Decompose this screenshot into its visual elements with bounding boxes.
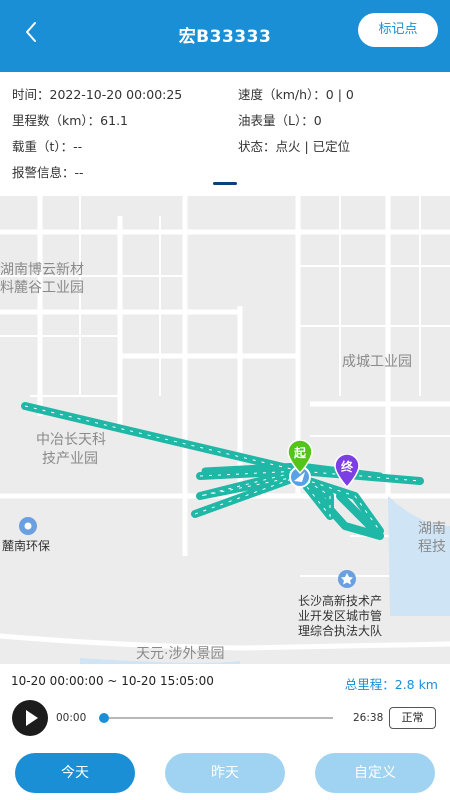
map-label-poi5b: 业开发区城市管 [298,609,383,623]
end-marker-label: 终 [340,460,353,474]
map-label-poi1: 湖南博云新材 [0,262,84,278]
app-header: 宏B33333 标记点 [0,0,450,72]
custom-button[interactable]: 自定义 [315,753,435,793]
playback-panel: 10-20 00:00:00 ~ 10-20 15:05:00 总里程：2.8 … [0,664,450,800]
play-button[interactable] [12,700,48,736]
poi-star-icon [338,570,356,588]
time-field: 时间：2022-10-20 00:00:25 [12,87,183,102]
load-field: 载重（t）：-- [12,139,83,154]
progress-track[interactable] [104,717,333,719]
yesterday-button[interactable]: 昨天 [165,753,285,793]
playback-speed-button[interactable]: 正常 [389,707,436,729]
map-label-poi5c: 理综合执法大队 [298,624,383,638]
speed-field: 速度（km/h）：0 | 0 [238,87,354,102]
mark-point-button[interactable]: 标记点 [358,13,438,47]
time-end: 26:38 [353,712,384,724]
total-mileage-label: 总里程： [344,677,395,692]
time-start: 00:00 [56,712,87,724]
map-label-poi2: 成城工业园 [342,354,412,370]
time-range: 10-20 00:00:00 ~ 10-20 15:05:00 [11,674,214,688]
map-label-poi6: 天元·涉外景园 [136,646,225,662]
total-mileage: 总里程：2.8 km [345,674,438,693]
panel-drag-handle[interactable] [213,182,237,185]
map-label-poi7: 湖南 [418,521,446,537]
map-label-poi3b: 技产业园 [42,451,98,467]
poi-pin-icon [19,517,37,535]
start-marker-icon[interactable]: 起 [287,440,313,474]
mileage-field: 里程数（km）：61.1 [12,113,128,128]
map-view[interactable]: 起 终 湖南博云新材 料麓谷工业园 成城工业园 中冶长天科 技产业园 麓南环保 … [0,196,450,664]
alarm-field: 报警信息：-- [12,165,84,180]
map-label-poi4: 麓南环保 [2,539,51,553]
status-field: 状态：点火 | 已定位 [238,139,351,154]
map-label-poi7b: 程技 [418,539,446,555]
oil-field: 油表量（L）：0 [238,113,322,128]
map-label-poi5: 长沙高新技术产 [298,594,383,608]
end-marker-icon[interactable]: 终 [334,454,360,488]
map-label-poi1b: 料麓谷工业园 [0,280,84,296]
start-marker-label: 起 [293,446,306,460]
total-mileage-value: 2.8 km [394,677,438,692]
progress-thumb[interactable] [99,713,109,723]
map-label-poi3: 中冶长天科 [36,432,106,448]
vehicle-info-panel: 时间：2022-10-20 00:00:25 速度（km/h）：0 | 0 里程… [0,72,450,196]
today-button[interactable]: 今天 [15,753,135,793]
